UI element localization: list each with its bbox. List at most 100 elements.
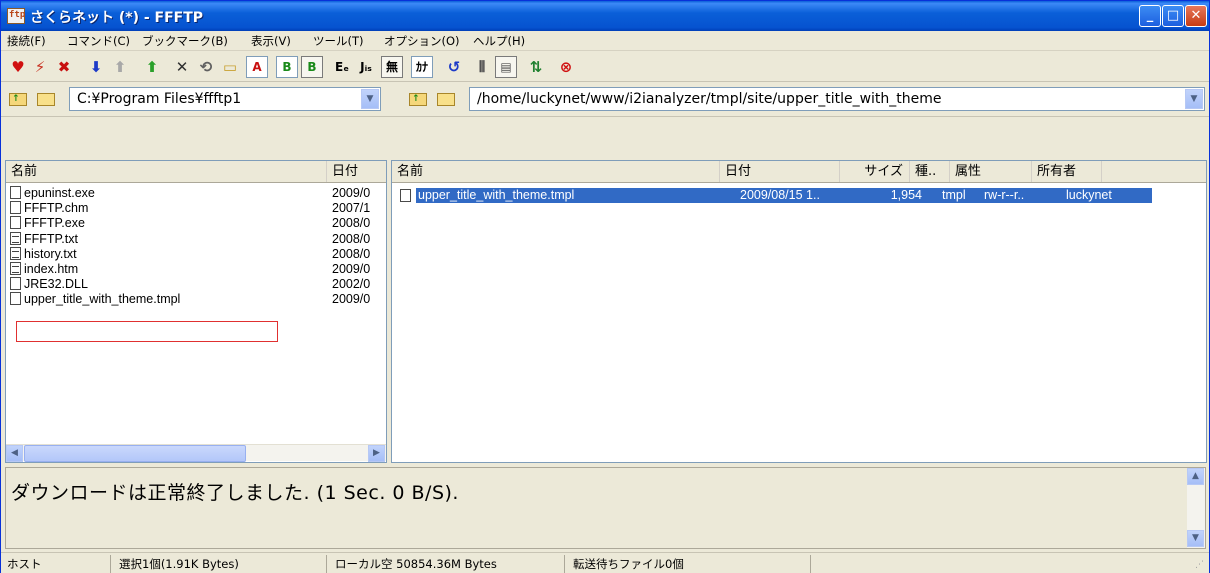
kana-icon[interactable]: ｶﾅ [411,56,433,78]
menu-option[interactable]: オプション(O) [384,33,460,49]
table-row[interactable]: index.htm 2009/0 [10,262,386,277]
detail-view-icon[interactable]: ▤ [495,56,517,78]
title-bar[interactable]: ftp さくらネット (*) - FFFTP _ □ ✕ [1,1,1209,31]
remote-open-folder-icon[interactable] [435,89,457,109]
local-col-date[interactable]: 日付 [327,161,386,182]
local-col-name[interactable]: 名前 [6,161,327,182]
menu-help[interactable]: ヘルプ(H) [473,33,525,49]
download-icon[interactable]: ⬇ [85,56,107,78]
euc-icon[interactable]: Eₑ [331,56,353,78]
remote-col-owner[interactable]: 所有者 [1032,161,1102,182]
remote-path-combo[interactable]: /home/luckynet/www/i2ianalyzer/tmpl/site… [469,87,1205,111]
connect-icon[interactable]: ♥ [7,56,29,78]
upload-icon[interactable]: ⬆ [109,56,131,78]
file-date: 2008/0 [332,246,371,261]
local-parent-folder-icon[interactable]: ↑ [7,89,29,109]
local-hscrollbar[interactable]: ◀ ▶ [6,444,386,462]
quick-connect-icon[interactable]: ⚡ [29,56,51,78]
file-kind: tmpl [942,188,966,202]
file-date: 2009/08/15 1.. [740,188,820,202]
scroll-left-icon[interactable]: ◀ [6,445,23,462]
file-date: 2009/0 [332,292,371,307]
selected-row-highlight: upper_title_with_theme.tmpl 2009/08/15 1.… [416,188,1152,203]
remote-col-size[interactable]: サイズ [840,161,910,182]
menu-bookmark[interactable]: ブックマーク(B) [142,33,228,49]
file-size: 1,954 [890,188,922,202]
sync-icon[interactable]: ⇅ [525,56,547,78]
file-icon [10,277,21,291]
local-path-text: C:¥Program Files¥ffftp1 [77,91,242,107]
scroll-right-icon[interactable]: ▶ [368,445,385,462]
mirror-upload-icon[interactable]: ⬆ [141,56,163,78]
table-row[interactable]: history.txt 2008/0 [10,246,386,262]
file-icon [10,292,21,306]
local-file-pane[interactable]: 名前 日付 epuninst.exe 2009/0 FFFTP.chm 2007/1 F… [5,160,387,463]
remote-parent-folder-icon[interactable]: ↑ [407,89,429,109]
scroll-down-icon[interactable]: ▼ [1187,530,1204,547]
table-row[interactable]: epuninst.exe 2009/0 [10,186,386,201]
binary-mode-icon[interactable]: B [276,56,298,78]
menu-command[interactable]: コマンド(C) [67,33,130,49]
no-convert-icon[interactable]: 無 [381,56,403,78]
log-vscrollbar[interactable]: ▲ ▼ [1187,468,1205,548]
remote-col-kind[interactable]: 種.. [910,161,950,182]
table-row[interactable]: upper_title_with_theme.tmpl 2009/0 [10,292,386,307]
remote-header: 名前 日付 サイズ 種.. 属性 所有者 [392,161,1206,183]
remote-path-text: /home/luckynet/www/i2ianalyzer/tmpl/site… [477,91,942,107]
menu-bar: 接続(F) コマンド(C) ブックマーク(B) 表示(V) ツール(T) オプシ… [1,31,1209,51]
menu-connect[interactable]: 接続(F) [7,33,46,49]
remote-file-pane[interactable]: 名前 日付 サイズ 種.. 属性 所有者 upper_title_with_th… [391,160,1207,463]
status-local-free: ローカル空 50854.36M Bytes [329,555,565,573]
highlight-box [16,321,278,342]
file-name: FFFTP.chm [24,201,89,216]
list-view-icon[interactable]: ⦀ [471,56,493,78]
local-path-combo[interactable]: C:¥Program Files¥ffftp1 ▼ [69,87,381,111]
file-name: history.txt [24,246,77,261]
app-icon-text: ftp [9,10,26,20]
file-name: FFFTP.txt [24,231,78,246]
text-file-icon [10,231,21,245]
disconnect-icon[interactable]: ✖ [53,56,75,78]
file-date: 2008/0 [332,216,371,231]
local-header: 名前 日付 [6,161,386,183]
file-icon [10,186,21,199]
table-row[interactable]: upper_title_with_theme.tmpl 2009/08/15 1.… [398,188,1152,203]
close-button[interactable]: ✕ [1185,5,1207,27]
minimize-button[interactable]: _ [1139,5,1161,27]
file-owner: luckynet [1066,188,1112,202]
mkdir-icon[interactable]: ▭ [219,56,241,78]
status-host: ホスト [1,555,111,573]
ffftp-window: ftp さくらネット (*) - FFFTP _ □ ✕ 接続(F) コマンド(… [0,0,1210,573]
scroll-up-icon[interactable]: ▲ [1187,468,1204,485]
file-name: FFFTP.exe [24,216,85,231]
menu-tool[interactable]: ツール(T) [313,33,364,49]
window-title: さくらネット (*) - FFFTP [30,10,204,26]
resize-grip-icon[interactable]: ⋰ [1195,560,1206,571]
jis-icon[interactable]: Jᵢₛ [355,56,377,78]
auto-mode-icon[interactable]: B [301,56,323,78]
delete-icon[interactable]: ✕ [171,56,193,78]
local-path-dropdown-icon[interactable]: ▼ [361,89,379,109]
table-row[interactable]: JRE32.DLL 2002/0 [10,277,386,292]
rename-icon[interactable]: ⟲ [195,56,217,78]
stop-icon[interactable]: ⊗ [555,56,577,78]
ascii-mode-icon[interactable]: A [246,56,268,78]
remote-col-name[interactable]: 名前 [392,161,720,182]
text-file-icon [10,246,21,260]
remote-col-attr[interactable]: 属性 [950,161,1032,182]
table-row[interactable]: FFFTP.exe 2008/0 [10,216,386,231]
scroll-thumb[interactable] [24,445,246,462]
local-open-folder-icon[interactable] [35,89,57,109]
table-row[interactable]: FFFTP.chm 2007/1 [10,201,386,216]
file-attr: rw-r--r.. [984,188,1025,202]
remote-path-dropdown-icon[interactable]: ▼ [1185,89,1203,109]
maximize-button[interactable]: □ [1162,5,1184,27]
file-icon [400,189,411,202]
menu-view[interactable]: 表示(V) [251,33,291,49]
file-name: epuninst.exe [24,186,95,200]
remote-col-date[interactable]: 日付 [720,161,840,182]
table-row[interactable]: FFFTP.txt 2008/0 [10,231,386,247]
toolbar: ♥ ⚡ ✖ ⬇ ⬆ ⬆ ✕ ⟲ ▭ A B B Eₑ Jᵢₛ 無 ｶﾅ ↺ ⦀ … [1,52,1209,82]
status-queue: 転送待ちファイル0個 [567,555,811,573]
refresh-icon[interactable]: ↺ [443,56,465,78]
